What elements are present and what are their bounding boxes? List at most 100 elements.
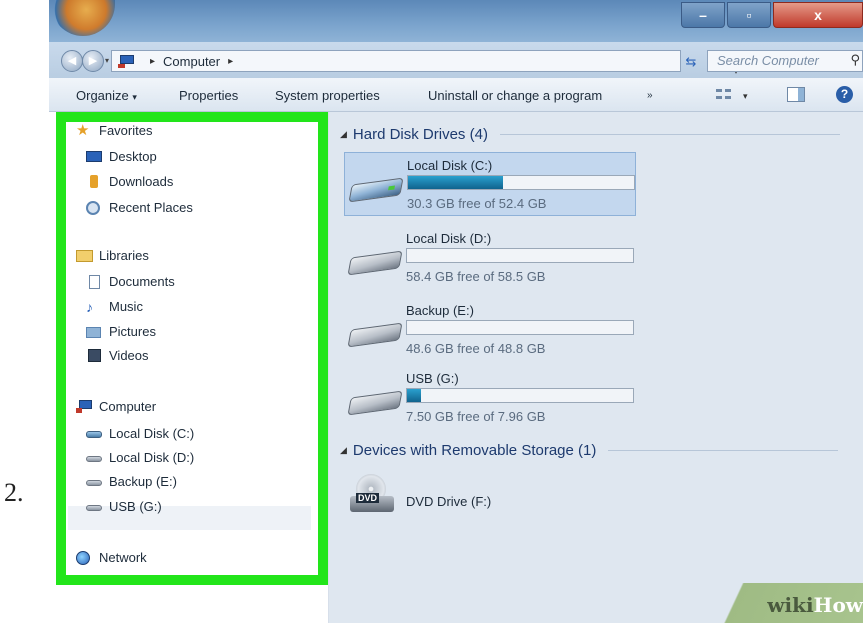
nav-backup-e-label: Backup (E:) — [109, 474, 177, 489]
nav-music[interactable]: ♪ Music — [86, 299, 143, 314]
nav-computer[interactable]: Computer — [76, 399, 156, 414]
dvd-icon-label: DVD — [356, 493, 380, 503]
system-drive-icon — [348, 177, 404, 203]
removable-storage-label: Devices with Removable Storage (1) — [352, 442, 597, 459]
drive-icon — [347, 322, 403, 348]
system-properties-button[interactable]: System properties — [275, 88, 380, 103]
refresh-icon[interactable]: ⇆ — [680, 52, 702, 72]
navigation-pane: ★ Favorites Desktop Downloads Recent Pla… — [49, 112, 329, 623]
organize-button[interactable]: Organize ▾ — [76, 88, 137, 103]
drive-usage-bar — [406, 248, 634, 263]
step-number: 2. — [4, 478, 24, 507]
drive-tile-g[interactable]: USB (G:) 7.50 GB free of 7.96 GB — [344, 366, 636, 430]
nav-backup-e[interactable]: Backup (E:) — [86, 474, 177, 489]
network-icon — [76, 550, 94, 565]
organize-label: Organize — [76, 88, 129, 103]
close-button[interactable]: x — [773, 2, 863, 28]
libraries-icon — [76, 249, 94, 263]
nav-pictures-label: Pictures — [109, 324, 156, 339]
nav-pictures[interactable]: Pictures — [86, 324, 156, 339]
nav-network[interactable]: Network — [76, 550, 147, 565]
uninstall-program-button[interactable]: Uninstall or change a program — [428, 88, 602, 103]
preview-pane-icon[interactable] — [787, 87, 805, 102]
drive-icon — [347, 250, 403, 276]
nav-local-disk-d[interactable]: Local Disk (D:) — [86, 450, 194, 465]
collapse-arrow-icon[interactable]: ◢ — [340, 445, 347, 456]
wikihow-watermark: wikiHow — [703, 583, 863, 623]
nav-documents[interactable]: Documents — [86, 274, 175, 289]
dvd-drive-tile[interactable]: DVD DVD Drive (F:) — [344, 468, 636, 532]
address-bar[interactable]: ▸ Computer ▸ ▾ — [111, 50, 738, 76]
nav-downloads-label: Downloads — [109, 174, 174, 189]
explorer-window: – ▫ x ◀ ▶ ▾ ▸ Computer ▸ ▾ ⇆ Search Comp… — [49, 0, 863, 623]
back-button[interactable]: ◀ — [61, 50, 83, 72]
nav-local-disk-d-label: Local Disk (D:) — [109, 450, 195, 465]
nav-music-label: Music — [109, 299, 143, 314]
nav-favorites[interactable]: ★ Favorites — [76, 123, 152, 139]
dvd-drive-icon: DVD — [350, 474, 394, 516]
breadcrumb-computer[interactable]: Computer — [163, 54, 220, 69]
forward-button[interactable]: ▶ — [82, 50, 104, 72]
drive-icon — [86, 500, 104, 514]
breadcrumb-separator-icon[interactable]: ▸ — [228, 56, 233, 67]
search-icon[interactable]: ⚲ — [850, 52, 860, 68]
address-row: ◀ ▶ ▾ ▸ Computer ▸ ▾ ⇆ Search Computer ⚲ — [49, 42, 863, 78]
nav-local-disk-c[interactable]: Local Disk (C:) — [86, 426, 194, 441]
history-dropdown-icon[interactable]: ▾ — [105, 56, 109, 65]
drive-usage-bar — [406, 388, 634, 403]
breadcrumb-separator-icon[interactable]: ▸ — [150, 56, 155, 67]
system-drive-icon — [86, 427, 104, 441]
chevron-down-icon: ▾ — [132, 92, 137, 102]
downloads-icon — [86, 174, 104, 189]
nav-downloads[interactable]: Downloads — [86, 174, 173, 189]
drive-usage-fill — [408, 176, 503, 189]
hard-disk-drives-header[interactable]: ◢ Hard Disk Drives (4) — [340, 126, 840, 143]
drive-name: USB (G:) — [406, 371, 459, 386]
nav-videos-label: Videos — [109, 348, 149, 363]
watermark-how: How — [813, 593, 863, 617]
drive-free-space: 58.4 GB free of 58.5 GB — [406, 269, 546, 284]
drive-tile-d[interactable]: Local Disk (D:) 58.4 GB free of 58.5 GB — [344, 226, 636, 290]
command-bar: Organize ▾ Properties System properties … — [49, 78, 863, 112]
nav-recent-places[interactable]: Recent Places — [86, 200, 193, 215]
nav-libraries[interactable]: Libraries — [76, 248, 149, 263]
search-input[interactable]: Search Computer ⚲ — [707, 50, 863, 72]
drive-name: Local Disk (D:) — [406, 231, 492, 246]
drive-free-space: 7.50 GB free of 7.96 GB — [406, 409, 546, 424]
search-placeholder: Search Computer — [717, 53, 819, 68]
nav-videos[interactable]: Videos — [86, 348, 149, 363]
drive-tile-e[interactable]: Backup (E:) 48.6 GB free of 48.8 GB — [344, 298, 636, 362]
nav-desktop[interactable]: Desktop — [86, 149, 157, 164]
help-icon[interactable]: ? — [836, 86, 853, 103]
nav-network-label: Network — [99, 550, 147, 565]
change-view-icon[interactable] — [716, 87, 734, 102]
watermark-wiki: wiki — [767, 593, 814, 617]
overflow-chevron-icon[interactable]: » — [647, 90, 653, 101]
drive-free-space: 30.3 GB free of 52.4 GB — [407, 196, 547, 211]
pictures-icon — [86, 325, 104, 339]
group-divider — [608, 450, 839, 451]
maximize-button[interactable]: ▫ — [727, 2, 771, 28]
nav-usb-g[interactable]: USB (G:) — [86, 499, 162, 514]
browser-logo-icon — [51, 0, 115, 36]
drive-usage-fill — [407, 389, 421, 402]
videos-icon — [86, 348, 104, 363]
properties-button[interactable]: Properties — [179, 88, 238, 103]
computer-icon — [118, 54, 136, 68]
drive-name: Local Disk (C:) — [407, 158, 493, 173]
removable-storage-header[interactable]: ◢ Devices with Removable Storage (1) — [340, 442, 839, 459]
nav-desktop-label: Desktop — [109, 149, 157, 164]
nav-libraries-label: Libraries — [99, 248, 149, 263]
drive-usage-bar — [406, 320, 634, 335]
content-pane: ◢ Hard Disk Drives (4) Local Disk (C:) 3… — [330, 112, 863, 623]
nav-documents-label: Documents — [109, 274, 175, 289]
minimize-button[interactable]: – — [681, 2, 725, 28]
nav-recent-places-label: Recent Places — [109, 200, 193, 215]
computer-icon — [76, 399, 94, 414]
collapse-arrow-icon[interactable]: ◢ — [340, 129, 347, 140]
drive-tile-c[interactable]: Local Disk (C:) 30.3 GB free of 52.4 GB — [344, 152, 636, 216]
view-dropdown-icon[interactable]: ▾ — [743, 91, 748, 102]
drive-name: DVD Drive (F:) — [406, 494, 492, 509]
drive-icon — [347, 390, 403, 416]
recent-places-icon — [86, 200, 104, 215]
